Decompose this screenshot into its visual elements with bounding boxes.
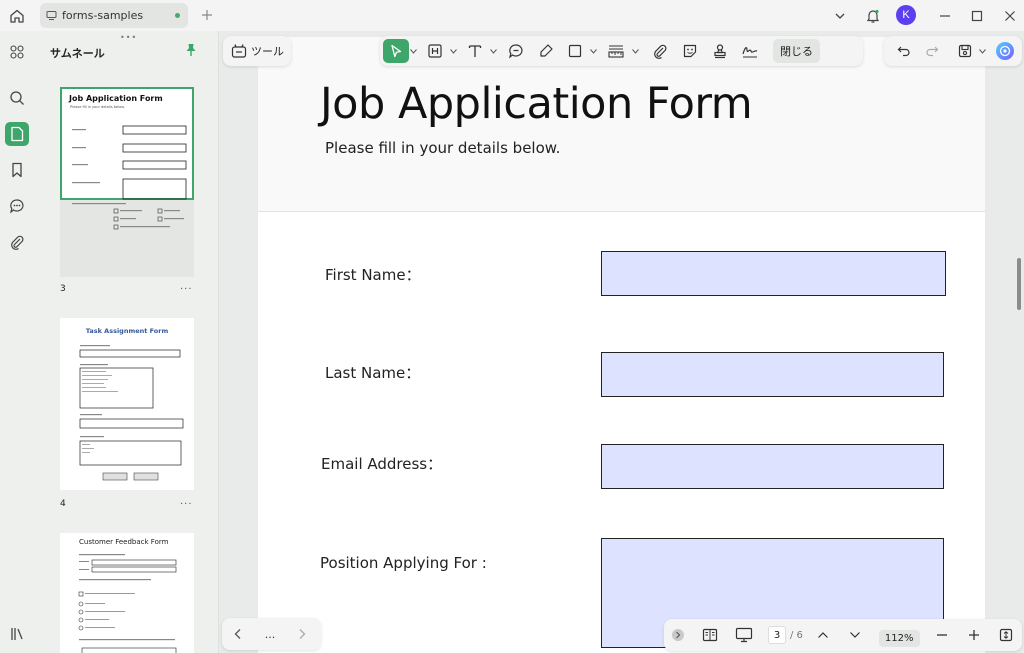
panel-drag-handle[interactable]: ••• bbox=[120, 33, 137, 42]
document-tab[interactable]: forms-samples bbox=[40, 3, 188, 28]
next-page-icon[interactable] bbox=[286, 622, 318, 646]
shape-tool-button[interactable] bbox=[561, 39, 589, 63]
document-canvas[interactable]: Job Application Form Please fill in your… bbox=[219, 31, 1024, 653]
chevron-down-icon[interactable] bbox=[839, 623, 871, 647]
page-subtitle: Please fill in your details below. bbox=[325, 139, 561, 157]
zoom-in-icon[interactable] bbox=[958, 623, 990, 647]
pin-icon[interactable] bbox=[184, 43, 198, 57]
thumbnail-page-3[interactable]: Job Application Form Please fill in your… bbox=[60, 87, 194, 277]
view-toolbar: 3 / 6 112% bbox=[664, 619, 1022, 651]
page-nav-toolbar: ... bbox=[222, 618, 321, 650]
ai-assistant-icon[interactable] bbox=[992, 39, 1018, 63]
thumbnails-page-icon[interactable] bbox=[5, 122, 29, 146]
attach-file-tool-button[interactable] bbox=[645, 39, 675, 63]
left-rail bbox=[0, 31, 34, 653]
redo-icon[interactable] bbox=[918, 39, 946, 63]
thumbnail-3-more-button[interactable]: ... bbox=[180, 281, 193, 292]
library-icon[interactable] bbox=[5, 622, 29, 646]
last-name-field[interactable] bbox=[601, 352, 944, 397]
zoom-level-value: 112% bbox=[878, 629, 920, 647]
vertical-scrollbar[interactable] bbox=[1017, 258, 1021, 310]
new-tab-button[interactable] bbox=[198, 6, 216, 24]
signature-tool-button[interactable] bbox=[735, 39, 765, 63]
history-toolbar bbox=[884, 36, 1022, 66]
page-layout-icon[interactable] bbox=[694, 623, 726, 647]
tools-icon bbox=[231, 43, 247, 59]
avatar[interactable]: K bbox=[896, 5, 916, 25]
email-address-field[interactable] bbox=[601, 444, 944, 489]
chevron-down-icon[interactable] bbox=[409, 48, 417, 54]
close-toolbar-label: 閉じる bbox=[773, 39, 820, 63]
expand-toolbar-icon[interactable] bbox=[670, 623, 686, 647]
stamp-tool-button[interactable] bbox=[705, 39, 735, 63]
chevron-down-icon[interactable] bbox=[589, 48, 597, 54]
previous-page-icon[interactable] bbox=[222, 622, 254, 646]
select-tool-button[interactable] bbox=[383, 39, 409, 63]
text-field-tool-button[interactable] bbox=[421, 39, 449, 63]
email-address-label: Email Address： bbox=[321, 455, 443, 473]
zoom-level[interactable]: 112% bbox=[878, 626, 920, 647]
thumbnail-4-preview bbox=[79, 345, 184, 481]
thumbnail-4-more-button[interactable]: ... bbox=[180, 496, 193, 507]
attachment-icon[interactable] bbox=[5, 230, 29, 254]
page-title: Job Application Form bbox=[320, 79, 753, 129]
document-tab-icon bbox=[46, 10, 57, 21]
chevron-down-icon[interactable] bbox=[449, 48, 457, 54]
tools-menu-button[interactable]: ツール bbox=[223, 36, 291, 66]
minimize-icon[interactable] bbox=[934, 5, 956, 27]
presentation-icon[interactable] bbox=[728, 623, 760, 647]
thumbnail-panel: ••• サムネール Job Application Form Please fi… bbox=[34, 31, 218, 653]
chevron-down-icon[interactable] bbox=[489, 48, 497, 54]
highlight-tool-button[interactable] bbox=[531, 39, 561, 63]
chevron-down-icon[interactable] bbox=[829, 5, 851, 27]
maximize-icon[interactable] bbox=[966, 5, 988, 27]
undo-icon[interactable] bbox=[890, 39, 918, 63]
position-label: Position Applying For : bbox=[320, 554, 487, 572]
tab-status-dot bbox=[175, 13, 180, 18]
document-page: Job Application Form Please fill in your… bbox=[258, 37, 985, 653]
title-bar: forms-samples K bbox=[0, 0, 1024, 31]
comment-tool-button[interactable] bbox=[501, 39, 531, 63]
more-options-button[interactable]: ... bbox=[254, 622, 286, 646]
measure-tool-button[interactable] bbox=[601, 39, 631, 63]
chevron-down-icon[interactable] bbox=[978, 48, 986, 54]
close-toolbar-button[interactable]: 閉じる bbox=[773, 39, 820, 63]
tools-label: ツール bbox=[251, 45, 284, 58]
home-icon[interactable] bbox=[6, 5, 28, 27]
thumbnail-panel-title: サムネール bbox=[50, 47, 105, 60]
total-pages: / 6 bbox=[790, 629, 803, 641]
page-indicator: 3 / 6 bbox=[768, 626, 803, 644]
document-tab-label: forms-samples bbox=[62, 9, 144, 22]
thumbnail-3-number: 3 bbox=[60, 284, 66, 294]
chevron-up-icon[interactable] bbox=[807, 623, 839, 647]
chevron-down-icon[interactable] bbox=[631, 48, 639, 54]
comments-icon[interactable] bbox=[5, 194, 29, 218]
main-toolbar: 閉じる bbox=[380, 36, 863, 66]
thumbnail-5-preview bbox=[78, 554, 177, 653]
last-name-label: Last Name： bbox=[325, 364, 421, 382]
current-page-input[interactable]: 3 bbox=[768, 626, 786, 644]
notification-bell-icon[interactable] bbox=[862, 5, 884, 27]
thumbnail-page-4[interactable]: Task Assignment Form bbox=[60, 318, 194, 490]
apps-grid-icon[interactable] bbox=[5, 40, 29, 64]
close-window-icon[interactable] bbox=[999, 5, 1021, 27]
save-icon[interactable] bbox=[952, 39, 978, 63]
thumbnail-3-preview bbox=[72, 125, 187, 230]
first-name-label: First Name： bbox=[325, 266, 421, 284]
fit-page-icon[interactable] bbox=[990, 623, 1022, 647]
text-tool-button[interactable] bbox=[461, 39, 489, 63]
search-icon[interactable] bbox=[5, 86, 29, 110]
first-name-field[interactable] bbox=[601, 251, 946, 296]
bookmark-icon[interactable] bbox=[5, 158, 29, 182]
thumbnail-page-5[interactable]: Customer Feedback Form bbox=[60, 533, 194, 653]
zoom-out-icon[interactable] bbox=[926, 623, 958, 647]
thumbnail-4-number: 4 bbox=[60, 499, 66, 509]
sticker-tool-button[interactable] bbox=[675, 39, 705, 63]
